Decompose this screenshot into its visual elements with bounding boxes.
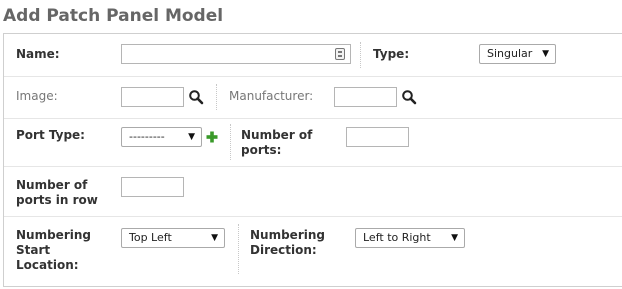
port-type-select[interactable]: --------- ▼ <box>121 127 202 147</box>
port-type-select-value: --------- <box>129 130 165 143</box>
number-of-ports-input[interactable] <box>346 127 409 147</box>
chevron-down-icon: ▼ <box>188 132 195 142</box>
numbering-start-location-select[interactable]: Top Left ▼ <box>121 228 225 248</box>
image-label: Image: <box>16 89 58 103</box>
numbering-direction-label: Numbering Direction: <box>250 228 325 257</box>
column-divider <box>360 42 361 68</box>
autofill-icon[interactable] <box>335 48 345 60</box>
plus-icon[interactable] <box>206 131 218 143</box>
image-input[interactable] <box>121 87 184 107</box>
column-divider <box>216 84 217 110</box>
name-input[interactable] <box>121 44 351 64</box>
port-type-label: Port Type: <box>16 128 85 142</box>
row-divider <box>4 216 622 217</box>
type-select[interactable]: Singular ▼ <box>479 44 556 64</box>
patch-panel-form: Name: Type: Singular ▼ Image: Manufactur… <box>3 33 622 287</box>
manufacturer-input[interactable] <box>334 87 397 107</box>
column-divider <box>230 124 231 160</box>
column-divider <box>238 224 239 274</box>
row-divider <box>4 118 622 119</box>
chevron-down-icon: ▼ <box>542 49 549 59</box>
chevron-down-icon: ▼ <box>451 233 458 243</box>
row-divider <box>4 76 622 77</box>
search-icon[interactable] <box>188 89 204 105</box>
manufacturer-label: Manufacturer: <box>229 89 314 103</box>
page-title: Add Patch Panel Model <box>3 6 224 26</box>
numbering-start-location-label: Numbering Start Location: <box>16 228 91 272</box>
number-of-ports-in-row-label: Number of ports in row <box>16 178 98 207</box>
name-label: Name: <box>16 47 60 61</box>
chevron-down-icon: ▼ <box>211 233 218 243</box>
number-of-ports-in-row-input[interactable] <box>121 177 184 197</box>
search-icon[interactable] <box>401 89 417 105</box>
type-label: Type: <box>373 47 410 61</box>
numbering-start-location-value: Top Left <box>129 231 172 244</box>
numbering-direction-value: Left to Right <box>363 231 431 244</box>
number-of-ports-label: Number of ports: <box>241 128 313 157</box>
numbering-direction-select[interactable]: Left to Right ▼ <box>355 228 465 248</box>
type-select-value: Singular <box>487 47 533 60</box>
row-divider <box>4 166 622 167</box>
